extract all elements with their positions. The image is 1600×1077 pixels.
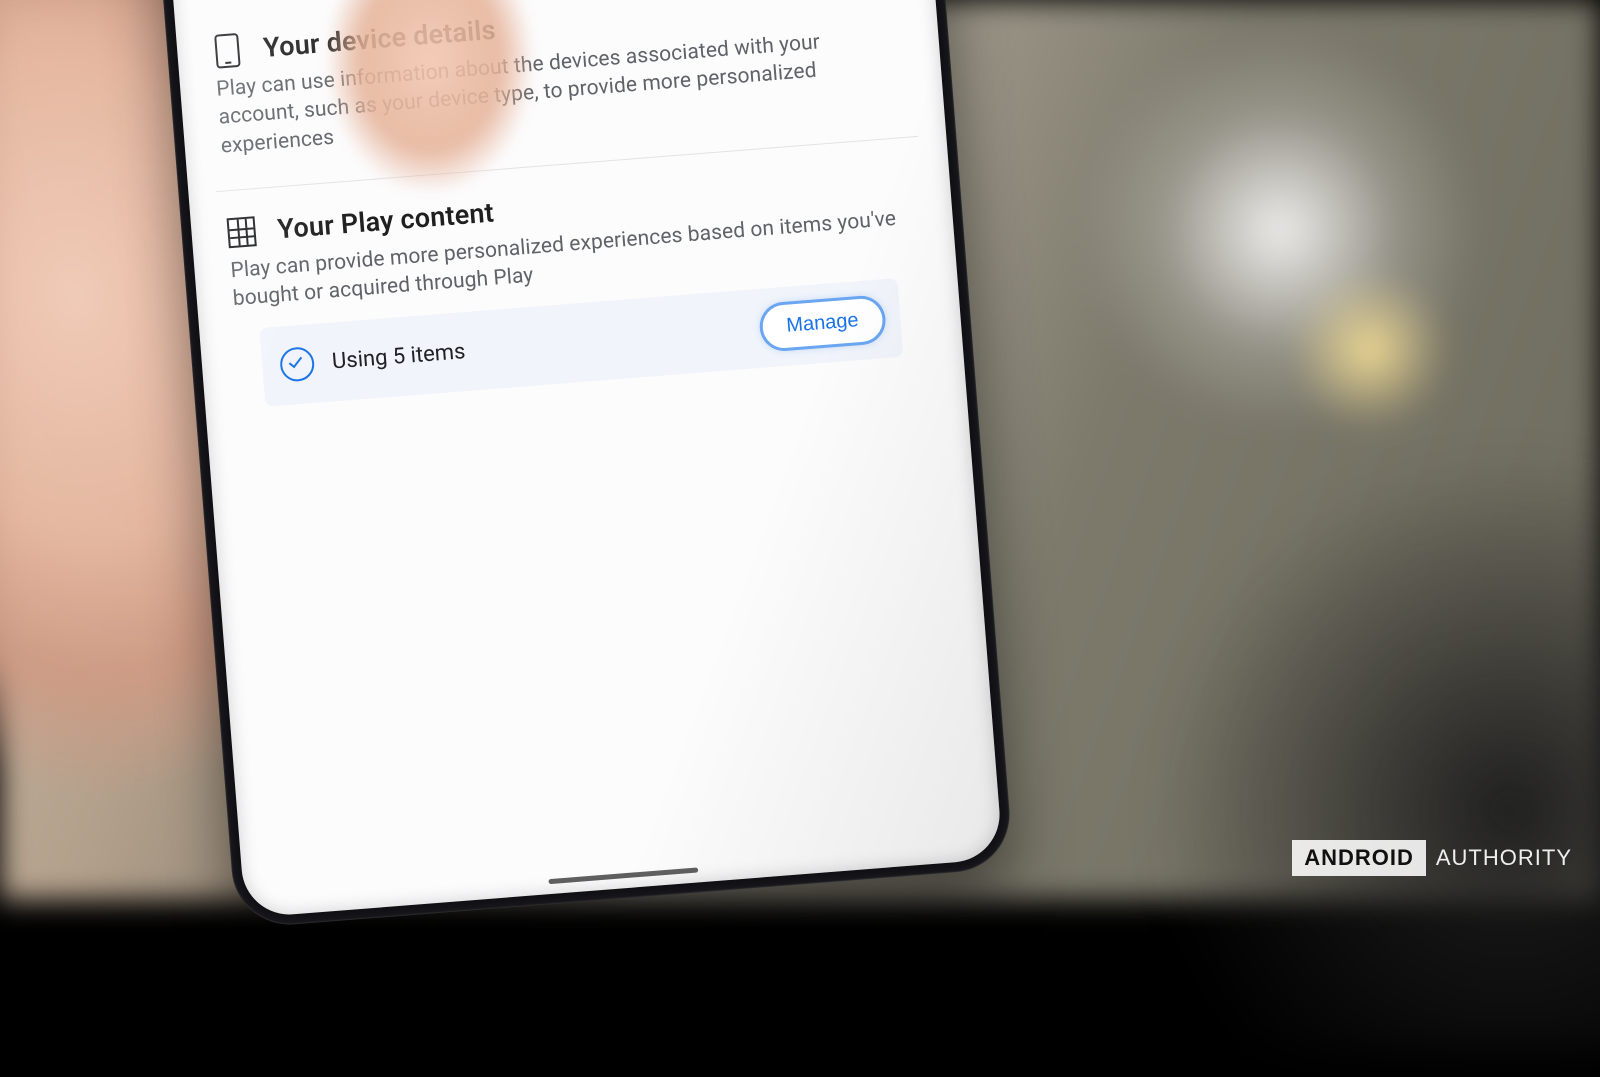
section-play-content: Your Play content Play can provide more … (189, 143, 965, 434)
phone: Your device details Play can use informa… (146, 0, 1014, 929)
phone-screen: Your device details Play can use informa… (157, 0, 1003, 918)
check-circle-icon (279, 346, 316, 383)
watermark-brand-box: ANDROID (1292, 840, 1426, 876)
watermark-brand-text: AUTHORITY (1436, 845, 1572, 871)
device-icon (212, 36, 242, 66)
grid-icon (227, 217, 257, 247)
thumb (310, 0, 550, 190)
play-content-status-text: Using 5 items (331, 317, 745, 374)
manage-button[interactable]: Manage (761, 297, 884, 349)
shadow-corner (1150, 450, 1600, 1050)
watermark: ANDROID AUTHORITY (1292, 840, 1572, 876)
